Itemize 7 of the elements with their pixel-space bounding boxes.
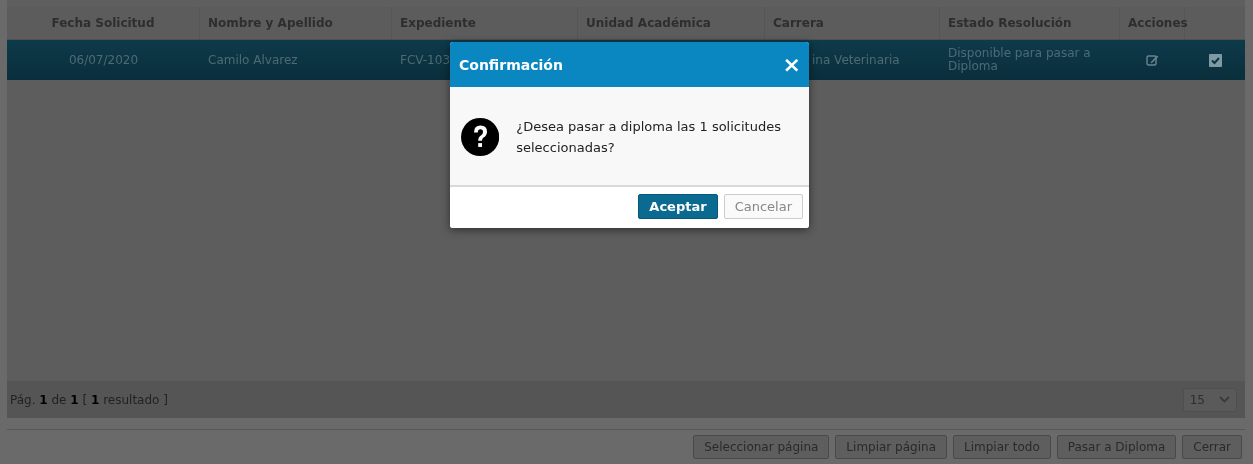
dialog-title: Confirmación <box>459 56 563 73</box>
dialog-message: ¿Desea pasar a diploma las 1 solicitudes seleccionadas? <box>516 118 782 157</box>
table-cell-text: Disponible para pasar a Diploma <box>948 47 1092 73</box>
table-cell: Camilo Alvarez <box>208 53 298 67</box>
table-cell: FCV-103 <box>400 53 451 67</box>
table-cell: 06/07/2020 <box>68 53 139 67</box>
table-cell: ina Veterinaria <box>812 53 900 67</box>
